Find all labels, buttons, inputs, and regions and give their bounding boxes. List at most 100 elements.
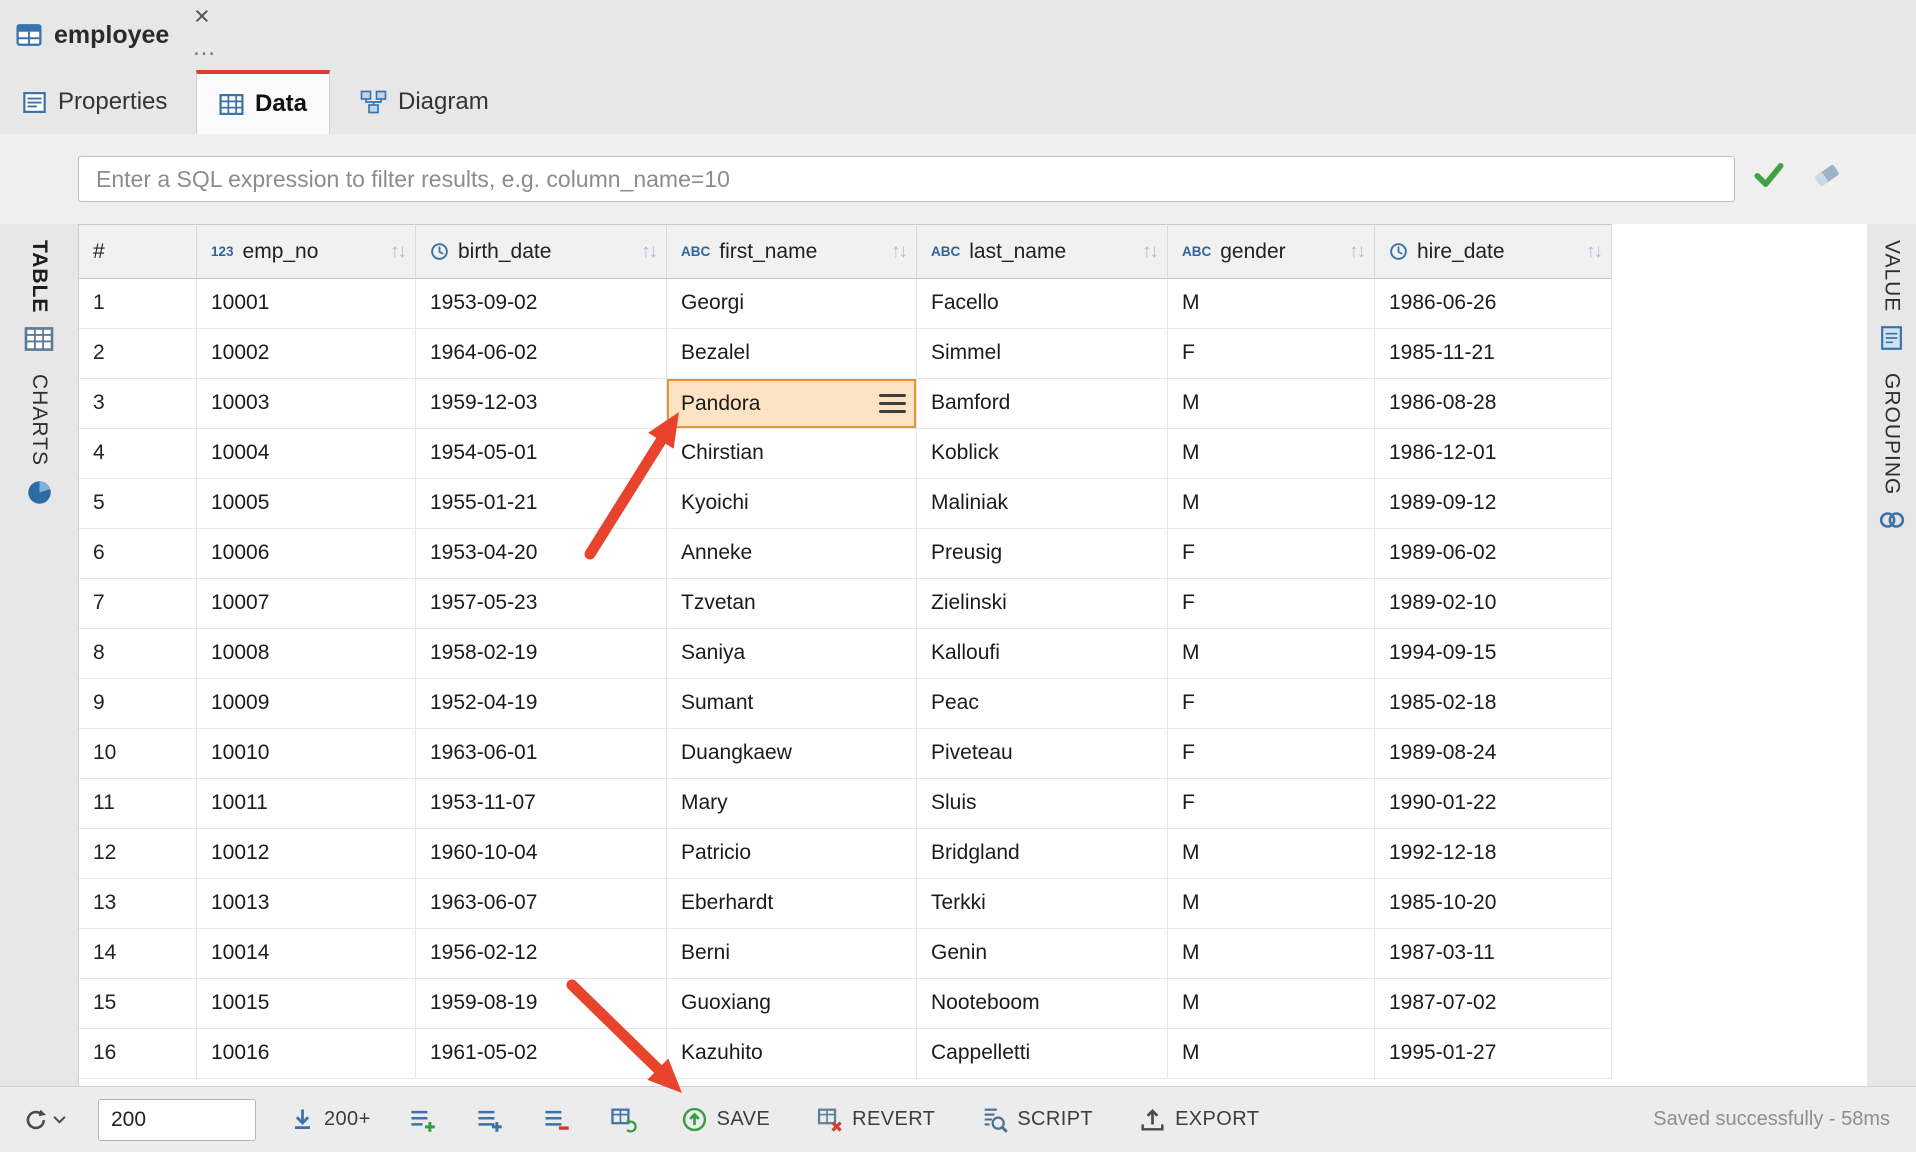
sort-icon[interactable]: ↑↓ xyxy=(1586,241,1601,263)
grid-cell[interactable]: Berni xyxy=(667,929,917,979)
column-header-last_name[interactable]: ABClast_name↑↓ xyxy=(917,224,1168,279)
grid-cell[interactable]: 10015 xyxy=(197,979,416,1029)
grid-cell[interactable]: 10006 xyxy=(197,529,416,579)
duplicate-row-icon[interactable] xyxy=(476,1106,503,1133)
close-tab-icon[interactable]: × xyxy=(194,2,210,30)
script-button[interactable]: SCRIPT xyxy=(981,1106,1093,1133)
row-number-cell[interactable]: 10 xyxy=(79,729,197,779)
grid-cell[interactable]: 10009 xyxy=(197,679,416,729)
grid-cell[interactable]: 1985-02-18 xyxy=(1375,679,1612,729)
grid-cell[interactable]: Duangkaew xyxy=(667,729,917,779)
sort-icon[interactable]: ↑↓ xyxy=(1142,241,1157,263)
row-number-cell[interactable]: 5 xyxy=(79,479,197,529)
column-header-rownum[interactable]: # xyxy=(79,224,197,279)
grid-refresh-icon[interactable] xyxy=(610,1106,637,1133)
grid-cell[interactable]: Guoxiang xyxy=(667,979,917,1029)
grid-cell[interactable]: Kalloufi xyxy=(917,629,1168,679)
grid-cell[interactable]: Terkki xyxy=(917,879,1168,929)
grid-cell[interactable]: Bezalel xyxy=(667,329,917,379)
grid-cell[interactable]: 1952-04-19 xyxy=(416,679,667,729)
column-header-hire_date[interactable]: hire_date↑↓ xyxy=(1375,224,1612,279)
apply-filter-check-icon[interactable] xyxy=(1752,160,1786,190)
grid-cell[interactable]: 1989-08-24 xyxy=(1375,729,1612,779)
row-number-cell[interactable]: 13 xyxy=(79,879,197,929)
grid-cell[interactable]: Kyoichi xyxy=(667,479,917,529)
grid-cell[interactable]: 1964-06-02 xyxy=(416,329,667,379)
save-button[interactable]: SAVE xyxy=(681,1106,770,1133)
grid-cell[interactable]: F xyxy=(1168,729,1375,779)
grid-cell[interactable]: 10013 xyxy=(197,879,416,929)
grid-cell[interactable]: 1986-08-28 xyxy=(1375,379,1612,429)
grid-cell[interactable]: 1953-09-02 xyxy=(416,279,667,329)
grid-cell[interactable]: 1985-11-21 xyxy=(1375,329,1612,379)
grid-cell[interactable]: Peac xyxy=(917,679,1168,729)
grid-cell[interactable]: F xyxy=(1168,579,1375,629)
grid-cell[interactable]: Kazuhito xyxy=(667,1029,917,1079)
grid-cell[interactable]: 10010 xyxy=(197,729,416,779)
grid-cell[interactable]: 1955-01-21 xyxy=(416,479,667,529)
export-button[interactable]: EXPORT xyxy=(1139,1106,1259,1133)
revert-button[interactable]: REVERT xyxy=(816,1106,935,1133)
row-number-cell[interactable]: 9 xyxy=(79,679,197,729)
column-header-first_name[interactable]: ABCfirst_name↑↓ xyxy=(667,224,917,279)
grid-cell[interactable]: M xyxy=(1168,1029,1375,1079)
grid-cell[interactable]: 1986-12-01 xyxy=(1375,429,1612,479)
refresh-button[interactable] xyxy=(22,1106,66,1134)
grid-cell[interactable]: M xyxy=(1168,879,1375,929)
grid-cell[interactable]: 10008 xyxy=(197,629,416,679)
grid-cell[interactable]: Preusig xyxy=(917,529,1168,579)
grid-cell[interactable]: F xyxy=(1168,779,1375,829)
grid-cell[interactable]: 10001 xyxy=(197,279,416,329)
column-header-emp_no[interactable]: 123emp_no↑↓ xyxy=(197,224,416,279)
grid-cell[interactable]: 10012 xyxy=(197,829,416,879)
sort-icon[interactable]: ↑↓ xyxy=(891,241,906,263)
row-number-cell[interactable]: 4 xyxy=(79,429,197,479)
grid-cell[interactable]: Patricio xyxy=(667,829,917,879)
grid-cell[interactable]: 1995-01-27 xyxy=(1375,1029,1612,1079)
grid-cell[interactable]: Sumant xyxy=(667,679,917,729)
grid-cell[interactable]: Georgi xyxy=(667,279,917,329)
row-number-cell[interactable]: 2 xyxy=(79,329,197,379)
grid-cell[interactable]: 10003 xyxy=(197,379,416,429)
row-number-cell[interactable]: 8 xyxy=(79,629,197,679)
grid-cell[interactable]: 1989-06-02 xyxy=(1375,529,1612,579)
grid-cell[interactable]: Cappelletti xyxy=(917,1029,1168,1079)
grid-cell[interactable]: Maliniak xyxy=(917,479,1168,529)
grid-cell[interactable]: Bridgland xyxy=(917,829,1168,879)
grid-cell[interactable]: 1987-03-11 xyxy=(1375,929,1612,979)
grid-cell[interactable]: 1992-12-18 xyxy=(1375,829,1612,879)
grid-cell[interactable]: Facello xyxy=(917,279,1168,329)
grid-cell[interactable]: 1959-08-19 xyxy=(416,979,667,1029)
grid-cell[interactable]: 10014 xyxy=(197,929,416,979)
row-number-cell[interactable]: 6 xyxy=(79,529,197,579)
grid-cell[interactable]: Tzvetan xyxy=(667,579,917,629)
grid-cell[interactable]: Nooteboom xyxy=(917,979,1168,1029)
grid-cell[interactable]: Bamford xyxy=(917,379,1168,429)
grid-cell[interactable]: 10004 xyxy=(197,429,416,479)
grid-cell[interactable]: M xyxy=(1168,979,1375,1029)
grid-cell[interactable]: 1954-05-01 xyxy=(416,429,667,479)
grid-cell[interactable]: Zielinski xyxy=(917,579,1168,629)
grid-cell[interactable]: 10016 xyxy=(197,1029,416,1079)
grid-cell[interactable]: F xyxy=(1168,329,1375,379)
grid-cell[interactable]: 1958-02-19 xyxy=(416,629,667,679)
grid-cell[interactable]: 1953-04-20 xyxy=(416,529,667,579)
grid-cell[interactable]: M xyxy=(1168,829,1375,879)
grid-cell[interactable]: 1960-10-04 xyxy=(416,829,667,879)
panel-tab-table[interactable]: TABLE xyxy=(24,240,54,352)
tab-diagram[interactable]: Diagram xyxy=(338,70,511,134)
grid-cell[interactable]: 1989-09-12 xyxy=(1375,479,1612,529)
grid-cell[interactable]: 1985-10-20 xyxy=(1375,879,1612,929)
grid-cell[interactable]: 1986-06-26 xyxy=(1375,279,1612,329)
grid-cell[interactable]: 1959-12-03 xyxy=(416,379,667,429)
row-number-cell[interactable]: 1 xyxy=(79,279,197,329)
grid-cell[interactable]: 10011 xyxy=(197,779,416,829)
grid-cell[interactable]: 1990-01-22 xyxy=(1375,779,1612,829)
grid-cell[interactable]: Piveteau xyxy=(917,729,1168,779)
row-number-cell[interactable]: 11 xyxy=(79,779,197,829)
row-number-cell[interactable]: 15 xyxy=(79,979,197,1029)
add-row-icon[interactable] xyxy=(409,1106,436,1133)
grid-cell[interactable]: 1961-05-02 xyxy=(416,1029,667,1079)
column-header-gender[interactable]: ABCgender↑↓ xyxy=(1168,224,1375,279)
grid-cell[interactable]: Sluis xyxy=(917,779,1168,829)
